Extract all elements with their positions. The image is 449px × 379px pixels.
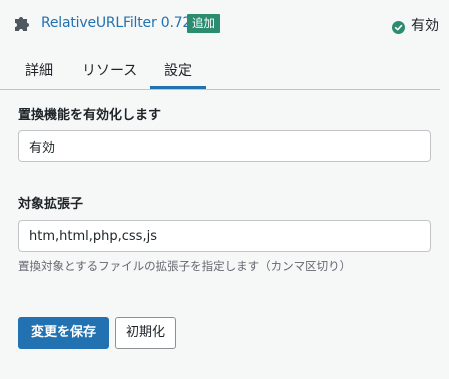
tab-details[interactable]: 詳細 <box>25 60 53 80</box>
plugin-name: RelativeURLFilter 0.72 <box>41 15 192 31</box>
tab-divider <box>0 89 440 90</box>
add-badge: 追加 <box>187 14 220 33</box>
tab-settings[interactable]: 設定 <box>164 60 192 80</box>
tab-bar <box>0 50 449 90</box>
save-button[interactable]: 変更を保存 <box>18 317 110 349</box>
plugin-header: RelativeURLFilter 0.72 追加 有効 <box>0 0 449 50</box>
check-circle-icon <box>392 19 405 34</box>
tab-resources[interactable]: リソース <box>82 60 137 80</box>
replace-field[interactable] <box>18 130 431 162</box>
plugin-status: 有効 <box>392 15 439 35</box>
status-label: 有効 <box>411 18 439 34</box>
extensions-field-label: 対象拡張子 <box>18 197 84 212</box>
reset-button[interactable]: 初期化 <box>115 317 177 349</box>
extensions-help-text: 置換対象とするファイルの拡張子を指定します（カンマ区切り） <box>18 259 352 273</box>
puzzle-piece-icon <box>12 14 32 34</box>
extensions-field[interactable] <box>18 220 431 252</box>
replace-field-label: 置換機能を有効化します <box>18 108 162 123</box>
